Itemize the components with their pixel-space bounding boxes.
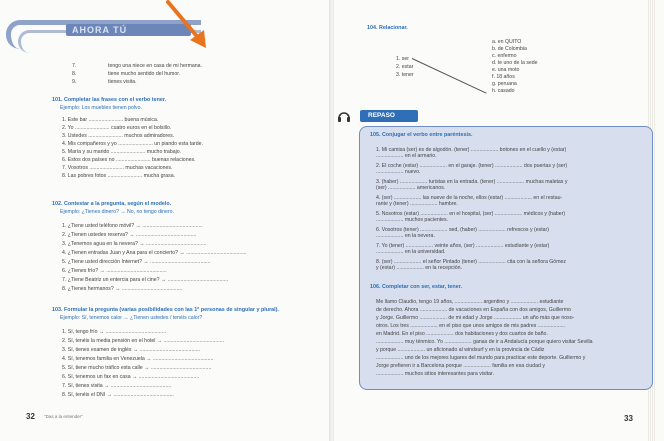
- exercise-106-heading: 106. Completar con ser, estar, tener.: [370, 284, 462, 290]
- ex103-item: 1. Sí, tengo frío → ....................…: [62, 329, 167, 335]
- ex101-item: 7. Vosotros ........................ muc…: [62, 165, 173, 171]
- ex101-item: 6. Estos dos países no .................…: [62, 157, 196, 163]
- match-left-item: 1. ser: [396, 56, 409, 62]
- ex106-line: en Madrid. En el piso ..................…: [376, 331, 548, 337]
- ex106-line: de derecho. Ahora ................... de…: [376, 307, 571, 313]
- headphones-icon: [338, 112, 350, 122]
- ex102-item: 1. ¿Tiene usted teléfono móvil? → ......…: [62, 223, 203, 229]
- ex101-item: 3. Ustedes ........................ much…: [62, 133, 175, 139]
- ex102-item: 7. ¿Tiene Beatriz un entercia para el ci…: [62, 277, 229, 283]
- match-left-item: 2. estar: [396, 64, 414, 70]
- ex102-item: 3. ¿Tenemos agua en la nevera? → .......…: [62, 241, 207, 247]
- ex101-item: 5. María y su marido ...................…: [62, 149, 182, 155]
- ex106-line: y porque ................... un aficiona…: [376, 347, 545, 353]
- ex106-line: Jorge prefieren ir a Barcelona porque ..…: [376, 363, 545, 369]
- exercise-103-heading: 103. Formular la pregunta (varias posibi…: [52, 307, 279, 313]
- ex105-line: ................... en la nevera.: [376, 233, 435, 239]
- banner-title: AHORA TÚ: [72, 25, 128, 35]
- ex106-line: y Jorge. Guillermo ................... d…: [376, 315, 575, 321]
- page-number-left: 32: [26, 412, 35, 421]
- exercise-105-heading: 105. Conjugar el verbo entre paréntesis.: [370, 132, 473, 138]
- ex106-line: ................... muchos sitios intere…: [376, 371, 494, 377]
- ex102-item: 6. ¿Tienes frío? → .....................…: [62, 268, 167, 274]
- exercise-102-heading: 102. Contestar a la pregunta, según el m…: [52, 201, 172, 207]
- exercise-101-heading: 101. Completar las frases con el verbo t…: [52, 97, 167, 103]
- ex105-line: y (estar) ................... en la rece…: [376, 265, 462, 271]
- ex101-item: 4. Mis compañeros y yo .................…: [62, 141, 203, 147]
- ex103-item: 8. Sí, tenéis el DNI → .................…: [62, 392, 174, 398]
- footer-text: "Das a la entender": [44, 414, 83, 419]
- ex101-item: 8. Las pobres fotos ....................…: [62, 173, 176, 179]
- line-9-text: tienes visita.: [108, 79, 137, 85]
- line-7: 7.: [72, 63, 77, 69]
- ex103-item: 2. Sí, tenéis la media pensión en el hot…: [62, 338, 225, 344]
- exercise-101-example: Ejemplo: Los muebles tienen polvo.: [60, 105, 142, 111]
- ex105-line: rante y (tener) ................... hamb…: [376, 201, 458, 207]
- ex105-line: ................... en el armario.: [376, 153, 437, 159]
- repaso-label: REPASO: [368, 112, 395, 119]
- orange-arrow-icon: [166, 0, 206, 48]
- ex101-item: 1. Este bar ........................ bue…: [62, 117, 159, 123]
- match-right-item: h. casado: [492, 88, 515, 94]
- line-8-text: tiene mucho sentido del humor.: [108, 71, 181, 77]
- book-spread: AHORA TÚ 7. tengo una niece en casa de m…: [0, 0, 664, 441]
- ex103-item: 6. Sí, tenemos un fax en casa → ........…: [62, 374, 200, 380]
- ex101-item: 2. Yo ........................ cuatro eu…: [62, 125, 172, 131]
- match-left-item: 3. tener: [396, 72, 414, 78]
- line-9: 9.: [72, 79, 77, 85]
- ex106-line: ................... uno de los mejores l…: [376, 355, 586, 361]
- ex106-line: Me llamo Claudio, tengo 19 años, .......…: [376, 299, 564, 305]
- ex105-line: ................... muchos pacientes.: [376, 217, 449, 223]
- ex106-line: otros. Los tres ................... en e…: [376, 323, 566, 329]
- ex103-item: 5. Sí, tiene mucho tráfico esta calle → …: [62, 365, 212, 371]
- ex102-item: 8. ¿Tienes hermanos? → .................…: [62, 286, 183, 292]
- exercise-102-example: Ejemplo: ¿Tienes dinero? → No, no tengo …: [60, 209, 174, 215]
- page-number-right: 33: [624, 414, 633, 423]
- ex102-item: 5. ¿Tiene usted dirección Internet? → ..…: [62, 259, 211, 265]
- ex105-line: ................... en la universidad.: [376, 249, 446, 255]
- ex102-item: 4. ¿Tienen entradas Juan y Ana para el c…: [62, 250, 247, 256]
- ex106-line: ................... muy ténmico. Yo ....…: [376, 339, 593, 345]
- ex105-line: ................... nuevo.: [376, 169, 421, 175]
- ex105-line: (ser) ................... americanos.: [376, 185, 446, 191]
- ex103-item: 7. Sí, tienes visita → .................…: [62, 383, 172, 389]
- left-page: AHORA TÚ 7. tengo una niece en casa de m…: [0, 0, 330, 441]
- line-8: 8.: [72, 71, 77, 77]
- ex103-item: 3. Sí, tienes examen de inglés → .......…: [62, 347, 201, 353]
- ex103-item: 4. Sí, tenemos familia en Venezuela → ..…: [62, 356, 214, 362]
- ex102-item: 2. ¿Tienen ustedes reserva? → ..........…: [62, 232, 197, 238]
- exercise-103-example: Ejemplo: Sí, tenemos calor → ¿Tienen ust…: [60, 315, 203, 321]
- line-7-text: tengo una niece en casa de mi hermana.: [108, 63, 203, 69]
- exercise-104-heading: 104. Relacionar.: [367, 25, 408, 31]
